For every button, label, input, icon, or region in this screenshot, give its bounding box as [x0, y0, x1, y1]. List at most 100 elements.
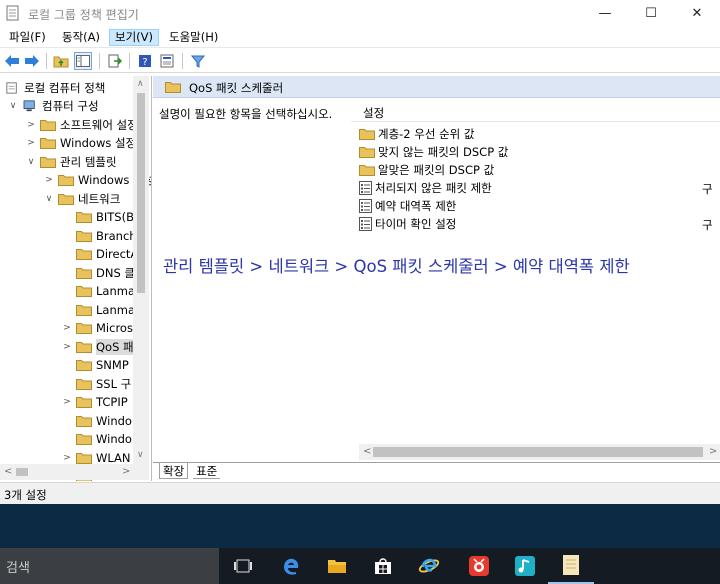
back-button[interactable] — [3, 52, 21, 70]
setting-row[interactable]: 계층-2 우선 순위 값 — [359, 125, 475, 143]
file-explorer-taskbar-button[interactable] — [314, 548, 360, 584]
tree-item[interactable]: ∨ 네트워크 — [44, 189, 121, 208]
expand-chevron-down-icon[interactable]: ∨ — [26, 157, 36, 167]
ie-taskbar-button[interactable] — [406, 548, 452, 584]
folder-icon — [76, 249, 92, 260]
setting-row[interactable]: 타이머 확인 설정 — [359, 215, 456, 233]
expand-chevron-down-icon[interactable]: ∨ — [44, 194, 54, 204]
scroll-right-icon[interactable]: > — [122, 466, 130, 477]
description-text: 설명이 필요한 항목을 선택하십시오. — [159, 107, 333, 121]
tree-item[interactable]: DNS 클 — [62, 263, 135, 282]
tree-item[interactable]: > TCPIP — [62, 393, 128, 412]
tree-item-label: 컴퓨터 구성 — [42, 99, 99, 113]
task-view-button[interactable] — [220, 548, 266, 584]
folder-icon — [40, 119, 56, 131]
maximize-button[interactable]: ☐ — [628, 0, 674, 26]
collapse-chevron-right-icon[interactable]: > — [62, 453, 72, 463]
taskbar-search-box[interactable]: 검색 — [0, 548, 219, 584]
menu-action[interactable]: 동작(A) — [57, 29, 105, 46]
tree-item[interactable]: ∨ 관리 템플릿 — [26, 152, 117, 171]
red-app-taskbar-button[interactable] — [456, 548, 502, 584]
scroll-down-icon[interactable]: ∨ — [137, 450, 144, 460]
export-list-button[interactable] — [106, 52, 124, 70]
tree-hscroll-thumb[interactable] — [16, 468, 28, 476]
details-hscroll-thumb[interactable] — [373, 447, 703, 457]
scroll-left-icon[interactable]: < — [363, 446, 371, 457]
tree-item[interactable]: ∨ 컴퓨터 구성 — [8, 97, 99, 116]
window-title: 로컬 그룹 정책 편집기 — [28, 8, 139, 22]
tree-vertical-scrollbar[interactable]: ∧ ∨ — [133, 76, 149, 464]
collapse-chevron-right-icon[interactable]: > — [44, 175, 54, 185]
setting-label: 알맞은 패킷의 DSCP 값 — [378, 163, 495, 177]
menu-view[interactable]: 보기(V) — [109, 29, 159, 46]
tree-item-label: Windo — [96, 413, 132, 428]
tree-item[interactable]: Windo — [62, 430, 132, 449]
status-text: 3개 설정 — [4, 488, 47, 502]
folder-icon — [359, 147, 375, 158]
tree-scroll-thumb[interactable] — [137, 93, 145, 293]
tree-item[interactable]: DirectA — [62, 245, 138, 264]
tree-item[interactable]: > Windows 설정 — [26, 134, 136, 153]
show-hide-tree-button[interactable] — [74, 52, 92, 70]
folder-icon — [76, 397, 92, 408]
collapse-chevron-right-icon[interactable]: > — [62, 342, 72, 352]
minimize-button[interactable]: — — [582, 0, 628, 26]
setting-row[interactable]: 알맞은 패킷의 DSCP 값 — [359, 161, 494, 179]
folder-icon — [165, 82, 181, 93]
filter-button[interactable] — [189, 52, 207, 70]
tree-item-label: TCPIP — [96, 395, 128, 409]
scroll-left-icon[interactable]: < — [4, 466, 12, 477]
store-taskbar-button[interactable] — [360, 548, 406, 584]
tree-item[interactable]: BITS(B — [62, 208, 134, 227]
folder-icon — [359, 165, 375, 176]
tree-item[interactable]: > Micros — [62, 319, 133, 338]
forward-arrow-icon — [25, 55, 39, 67]
music-app-taskbar-button[interactable] — [502, 548, 548, 584]
details-pane: QoS 패킷 스케줄러 설명이 필요한 항목을 선택하십시오. 설정 계층-2 … — [153, 76, 720, 481]
tree-item[interactable]: SSL 구 — [62, 374, 131, 393]
filter-icon — [191, 55, 205, 68]
collapse-chevron-right-icon[interactable]: > — [26, 120, 36, 130]
tree-item[interactable]: SNMP — [62, 356, 129, 375]
tree-item[interactable]: Windo — [62, 411, 132, 430]
collapse-chevron-right-icon[interactable]: > — [62, 397, 72, 407]
collapse-chevron-right-icon[interactable]: > — [26, 138, 36, 148]
folder-icon — [76, 452, 92, 464]
tree-item[interactable]: Lanma — [62, 282, 135, 301]
tree-item[interactable]: Lanma — [62, 300, 135, 319]
properties-button[interactable] — [158, 52, 176, 70]
scroll-right-icon[interactable]: > — [709, 446, 717, 457]
tree-item[interactable]: > 소프트웨어 설정 — [26, 115, 138, 134]
menu-file[interactable]: 파일(F) — [4, 29, 51, 46]
setting-row[interactable]: 예약 대역폭 제한 — [359, 197, 456, 215]
folder-icon — [76, 415, 92, 427]
details-header: QoS 패킷 스케줄러 — [153, 76, 720, 98]
edge-taskbar-button[interactable] — [268, 548, 314, 584]
tree-item[interactable]: 로컬 컴퓨터 정책 — [4, 78, 105, 97]
column-header-setting[interactable]: 설정 — [363, 105, 384, 121]
tab-standard[interactable]: 표준 — [193, 463, 221, 479]
task-view-icon — [234, 559, 252, 573]
export-list-icon — [108, 54, 122, 68]
menu-help[interactable]: 도움말(H) — [164, 29, 223, 46]
close-button[interactable]: ✕ — [674, 0, 720, 26]
red-app-icon — [469, 556, 489, 576]
tab-extended[interactable]: 확장 — [159, 463, 189, 479]
setting-row[interactable]: 처리되지 않은 패킷 제한 — [359, 179, 492, 197]
folder-icon — [58, 175, 74, 186]
forward-button[interactable] — [23, 52, 41, 70]
notes-app-taskbar-button[interactable] — [548, 548, 594, 584]
up-folder-button[interactable] — [52, 52, 70, 70]
music-app-icon — [515, 556, 535, 576]
help-button[interactable]: ? — [136, 52, 154, 70]
collapse-chevron-right-icon[interactable]: > — [62, 323, 72, 333]
tree-item[interactable]: Branch — [62, 226, 137, 245]
tree-horizontal-scrollbar[interactable]: < > — [0, 464, 149, 480]
tree-item-selected[interactable]: > QoS 패 — [62, 337, 134, 356]
expand-chevron-down-icon[interactable]: ∨ — [8, 101, 18, 111]
scroll-up-icon[interactable]: ∧ — [137, 79, 144, 89]
setting-label: 계층-2 우선 순위 값 — [378, 127, 475, 141]
details-horizontal-scrollbar[interactable]: < > — [359, 444, 720, 460]
folder-icon — [76, 434, 92, 445]
setting-row[interactable]: 맞지 않는 패킷의 DSCP 값 — [359, 143, 508, 161]
